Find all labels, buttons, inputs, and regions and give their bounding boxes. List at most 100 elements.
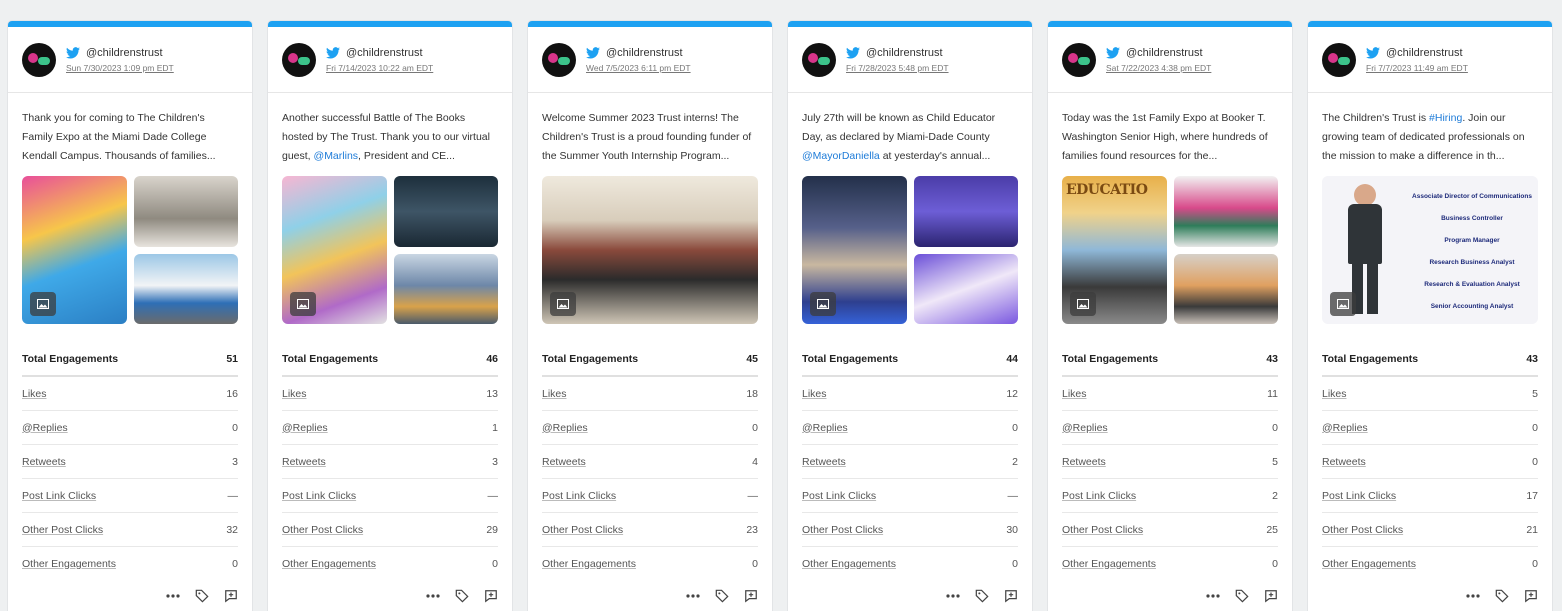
stat-likes[interactable]: Likes 12 [802, 377, 1018, 411]
stat-total-engagements: Total Engagements 51 [22, 342, 238, 377]
post-image[interactable] [133, 253, 238, 324]
tag-icon[interactable] [1494, 588, 1509, 603]
post-media[interactable]: Associate Director of Communications Bus… [1322, 176, 1538, 324]
post-media[interactable]: EDUCATIO [1062, 176, 1278, 324]
stat-other-engagements[interactable]: Other Engagements 0 [1062, 547, 1278, 580]
stat-replies[interactable]: @Replies 0 [542, 411, 758, 445]
post-image[interactable] [1173, 176, 1278, 247]
stat-likes[interactable]: Likes 11 [1062, 377, 1278, 411]
tag-icon[interactable] [454, 588, 469, 603]
add-note-icon[interactable] [483, 588, 498, 603]
stat-other-post-clicks[interactable]: Other Post Clicks 21 [1322, 513, 1538, 547]
stat-total-engagements: Total Engagements 43 [1322, 342, 1538, 377]
post-media[interactable] [22, 176, 238, 324]
image-icon[interactable] [1070, 292, 1096, 316]
post-date-link[interactable]: Fri 7/28/2023 5:48 pm EDT [846, 63, 949, 73]
mention-link[interactable]: @MayorDaniella [802, 150, 880, 162]
stat-replies[interactable]: @Replies 1 [282, 411, 498, 445]
stat-retweets[interactable]: Retweets 3 [22, 445, 238, 479]
more-options-icon[interactable] [1465, 588, 1480, 603]
tag-icon[interactable] [714, 588, 729, 603]
add-note-icon[interactable] [1523, 588, 1538, 603]
hashtag-link[interactable]: #Hiring [1429, 112, 1462, 124]
stat-replies[interactable]: @Replies 0 [802, 411, 1018, 445]
stat-replies[interactable]: @Replies 0 [22, 411, 238, 445]
post-card: @childrenstrust Fri 7/28/2023 5:48 pm ED… [788, 21, 1032, 611]
post-header: @childrenstrust Sat 7/22/2023 4:38 pm ED… [1048, 27, 1292, 93]
tag-icon[interactable] [1234, 588, 1249, 603]
stat-likes[interactable]: Likes 5 [1322, 377, 1538, 411]
tag-icon[interactable] [974, 588, 989, 603]
more-options-icon[interactable] [165, 588, 180, 603]
stat-other-engagements[interactable]: Other Engagements 0 [1322, 547, 1538, 580]
stat-other-post-clicks[interactable]: Other Post Clicks 25 [1062, 513, 1278, 547]
post-image[interactable] [913, 176, 1018, 247]
stat-other-post-clicks[interactable]: Other Post Clicks 32 [22, 513, 238, 547]
stat-post-link-clicks[interactable]: Post Link Clicks 17 [1322, 479, 1538, 513]
post-date-link[interactable]: Sat 7/22/2023 4:38 pm EDT [1106, 63, 1211, 73]
stat-total-engagements: Total Engagements 46 [282, 342, 498, 377]
stat-retweets[interactable]: Retweets 5 [1062, 445, 1278, 479]
avatar[interactable] [542, 42, 576, 77]
post-image[interactable] [133, 176, 238, 247]
post-media[interactable] [802, 176, 1018, 324]
add-note-icon[interactable] [743, 588, 758, 603]
image-icon[interactable] [30, 292, 56, 316]
tag-icon[interactable] [194, 588, 209, 603]
image-icon[interactable] [550, 292, 576, 316]
post-image[interactable] [1173, 253, 1278, 324]
more-options-icon[interactable] [1205, 588, 1220, 603]
more-options-icon[interactable] [945, 588, 960, 603]
stat-other-engagements[interactable]: Other Engagements 0 [282, 547, 498, 580]
stat-other-engagements[interactable]: Other Engagements 0 [802, 547, 1018, 580]
post-date-link[interactable]: Fri 7/7/2023 11:49 am EDT [1366, 63, 1468, 73]
stat-other-engagements[interactable]: Other Engagements 0 [22, 547, 238, 580]
post-date-link[interactable]: Fri 7/14/2023 10:22 am EDT [326, 63, 433, 73]
image-icon[interactable] [290, 292, 316, 316]
stat-other-post-clicks[interactable]: Other Post Clicks 30 [802, 513, 1018, 547]
poster-role: Business Controller [1441, 215, 1503, 222]
stat-likes[interactable]: Likes 18 [542, 377, 758, 411]
stat-other-post-clicks[interactable]: Other Post Clicks 23 [542, 513, 758, 547]
add-note-icon[interactable] [223, 588, 238, 603]
add-note-icon[interactable] [1003, 588, 1018, 603]
stat-other-post-clicks[interactable]: Other Post Clicks 29 [282, 513, 498, 547]
avatar[interactable] [22, 42, 56, 77]
stat-retweets[interactable]: Retweets 3 [282, 445, 498, 479]
stat-post-link-clicks[interactable]: Post Link Clicks — [802, 479, 1018, 513]
post-handle: @childrenstrust [1126, 46, 1203, 59]
poster-role: Senior Accounting Analyst [1430, 303, 1514, 310]
post-handle: @childrenstrust [1386, 46, 1463, 59]
post-media[interactable] [542, 176, 758, 324]
more-options-icon[interactable] [685, 588, 700, 603]
avatar[interactable] [282, 42, 316, 77]
more-options-icon[interactable] [425, 588, 440, 603]
stat-likes[interactable]: Likes 13 [282, 377, 498, 411]
image-icon[interactable] [810, 292, 836, 316]
stat-post-link-clicks[interactable]: Post Link Clicks — [542, 479, 758, 513]
twitter-bird-icon [846, 46, 860, 58]
stat-other-engagements[interactable]: Other Engagements 0 [542, 547, 758, 580]
stat-retweets[interactable]: Retweets 4 [542, 445, 758, 479]
stat-post-link-clicks[interactable]: Post Link Clicks — [22, 479, 238, 513]
stat-retweets[interactable]: Retweets 2 [802, 445, 1018, 479]
post-date-link[interactable]: Wed 7/5/2023 6:11 pm EDT [586, 63, 691, 73]
post-image[interactable] [393, 253, 498, 324]
post-date-link[interactable]: Sun 7/30/2023 1:09 pm EDT [66, 63, 174, 73]
stat-post-link-clicks[interactable]: Post Link Clicks 2 [1062, 479, 1278, 513]
stat-post-link-clicks[interactable]: Post Link Clicks — [282, 479, 498, 513]
post-media[interactable] [282, 176, 498, 324]
stat-retweets[interactable]: Retweets 0 [1322, 445, 1538, 479]
engagement-stats: Total Engagements 44 Likes 12 @Replies 0 Re… [802, 342, 1018, 580]
image-icon[interactable] [1330, 292, 1356, 316]
avatar[interactable] [1062, 42, 1096, 77]
avatar[interactable] [1322, 42, 1356, 77]
stat-replies[interactable]: @Replies 0 [1062, 411, 1278, 445]
stat-likes[interactable]: Likes 16 [22, 377, 238, 411]
stat-replies[interactable]: @Replies 0 [1322, 411, 1538, 445]
mention-link[interactable]: @Marlins [314, 150, 359, 162]
avatar[interactable] [802, 42, 836, 77]
add-note-icon[interactable] [1263, 588, 1278, 603]
post-image[interactable] [393, 176, 498, 247]
post-image[interactable] [913, 253, 1018, 324]
